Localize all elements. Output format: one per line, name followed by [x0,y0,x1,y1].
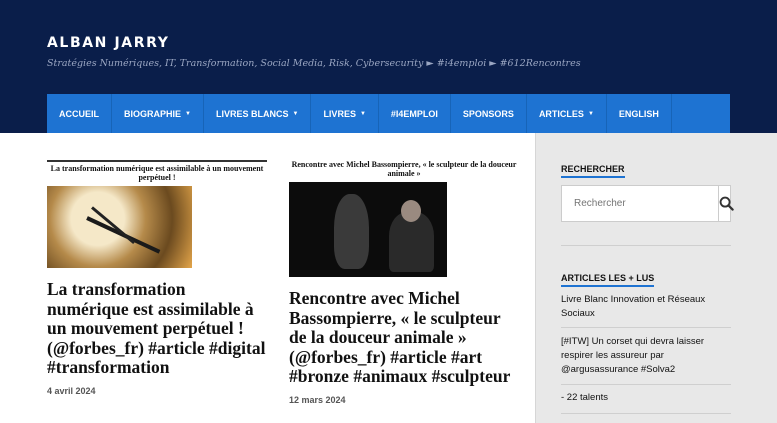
divider [561,245,731,246]
chevron-down-icon: ▼ [185,110,191,117]
divider [561,327,731,328]
divider [561,413,731,414]
nav-item-label: LIVRES [323,108,356,119]
chevron-down-icon: ▼ [587,110,594,117]
search-form [561,185,734,222]
thumbnail-caption: Rencontre avec Michel Bassompierre, « le… [291,160,517,178]
nav-item-i4emploi[interactable]: #I4EMPLOI [379,94,451,133]
popular-article-link[interactable]: [#ITW] Un corset qui devra laisser respi… [561,335,731,377]
divider [561,384,731,385]
thumbnail-caption: La transformation numérique est assimila… [47,160,267,182]
nav-item-english[interactable]: ENGLISH [607,94,672,133]
nav-item-label: #I4EMPLOI [390,108,438,119]
nav-item-label: ENGLISH [618,108,659,119]
post-date[interactable]: 4 avril 2024 [47,386,267,396]
nav-item-sponsors[interactable]: SPONSORS [451,94,527,133]
chevron-down-icon: ▼ [359,110,366,117]
sculpture-shape [334,194,369,269]
nav-item-label: BIOGRAPHIE [124,108,182,119]
sidebar: RECHERCHER ARTICLES LES + LUS Livre Blan… [535,133,777,423]
site-title[interactable]: ALBAN JARRY [47,35,169,51]
nav-item-livres-blancs[interactable]: LIVRES BLANCS ▼ [204,94,312,133]
nav-item-biographie[interactable]: BIOGRAPHIE ▼ [112,94,204,133]
site-tagline: Stratégies Numériques, IT, Transformatio… [47,58,581,69]
popular-article-link[interactable]: Livre Blanc Innovation et Réseaux Sociau… [561,293,731,321]
post-thumbnail[interactable] [47,186,267,268]
nav-item-label: ACCUEIL [59,108,99,119]
search-button[interactable] [718,186,734,221]
clock-image [47,186,192,268]
post-date[interactable]: 12 mars 2024 [289,395,519,405]
post-thumbnail[interactable] [289,182,447,277]
popular-widget-title: ARTICLES LES + LUS [561,273,655,287]
search-icon [719,196,734,211]
post-title[interactable]: Rencontre avec Michel Bassompierre, « le… [289,288,519,387]
nav-item-label: ARTICLES [538,108,584,119]
post-card: La transformation numérique est assimila… [47,160,267,396]
search-input[interactable] [562,186,718,221]
search-widget-title: RECHERCHER [561,164,625,178]
nav-item-label: SPONSORS [462,108,514,119]
nav-item-livres[interactable]: LIVRES ▼ [311,94,379,133]
main-nav: ACCUEIL BIOGRAPHIE ▼ LIVRES BLANCS ▼ LIVRE… [47,94,730,133]
popular-article-link[interactable]: - 22 talents [561,391,731,405]
nav-item-articles[interactable]: ARTICLES ▼ [527,94,607,133]
nav-item-accueil[interactable]: ACCUEIL [47,94,112,133]
post-title[interactable]: La transformation numérique est assimila… [47,279,267,378]
nav-item-label: LIVRES BLANCS [215,108,289,119]
chevron-down-icon: ▼ [292,110,299,117]
main-content: La transformation numérique est assimila… [0,133,535,423]
sculptor-head [401,200,421,222]
post-card: Rencontre avec Michel Bassompierre, « le… [289,160,519,405]
